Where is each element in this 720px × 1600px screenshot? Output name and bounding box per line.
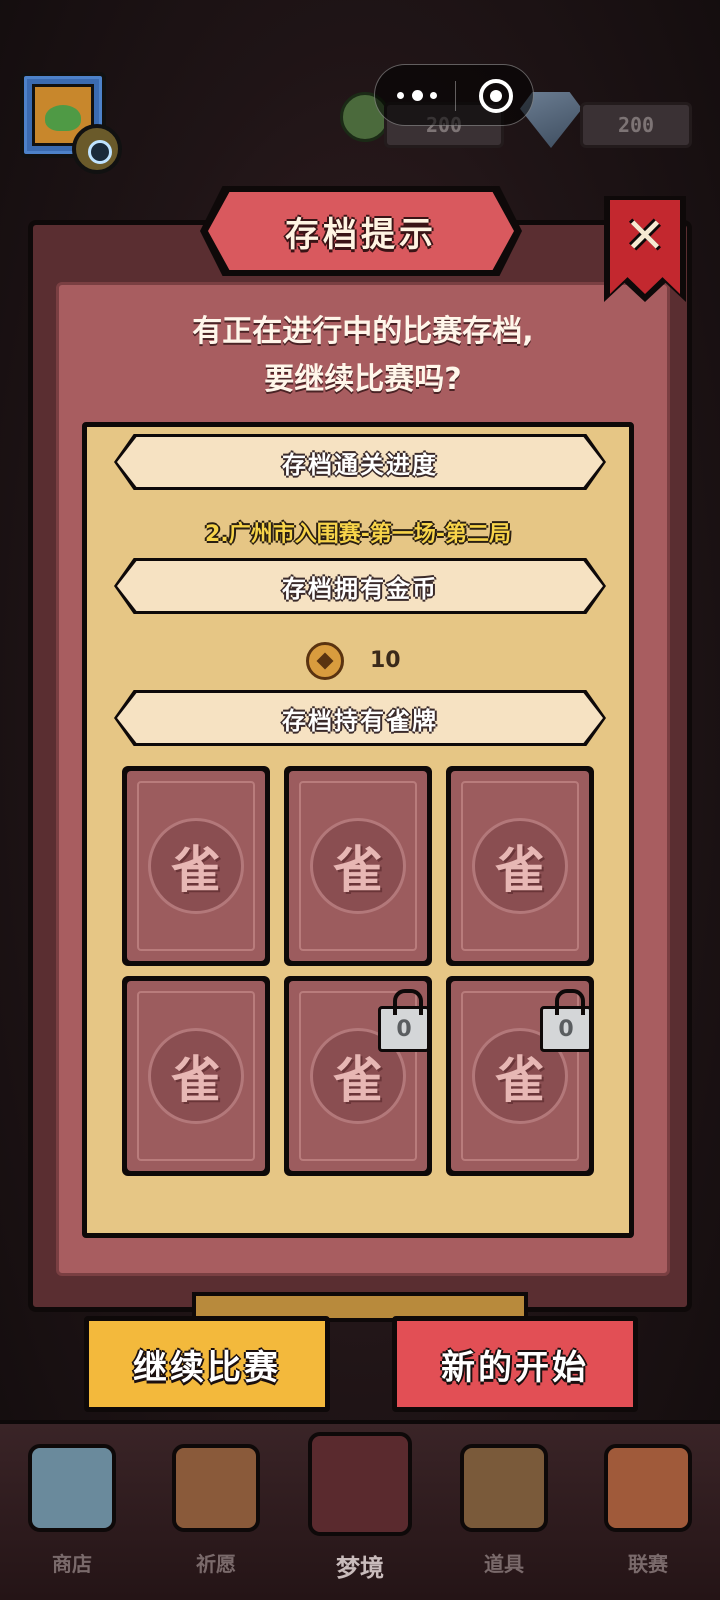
nav-label: 道具 (484, 1552, 524, 1576)
tile-card-1[interactable]: 雀 (122, 766, 270, 966)
nav-item-league[interactable]: 联赛 (576, 1430, 720, 1600)
new-start-button[interactable]: 新的开始 (392, 1316, 638, 1412)
tile-card-2[interactable]: 雀 (284, 766, 432, 966)
que-emblem: 雀 (148, 818, 244, 914)
lock-icon: 0 (378, 989, 430, 1052)
saved-progress-value: 2.广州市入围赛-第一场-第二局 (205, 522, 511, 547)
capsule-divider (455, 81, 456, 111)
trophy-icon (604, 1444, 692, 1532)
book-icon (172, 1444, 260, 1532)
que-emblem: 雀 (472, 818, 568, 914)
coins-header-label: 存档拥有金币 (117, 561, 603, 611)
nav-label: 梦境 (336, 1554, 384, 1582)
nav-label: 祈愿 (196, 1552, 236, 1576)
close-dialog-button[interactable]: ✕ (610, 200, 680, 294)
mini-program-capsule (374, 64, 534, 126)
nav-item-shop[interactable]: 商店 (0, 1430, 144, 1600)
progress-header-label: 存档通关进度 (117, 437, 603, 487)
exit-mini-program-icon[interactable] (479, 79, 513, 113)
tiles-header-label: 存档持有雀牌 (117, 693, 603, 743)
tile-card-icon (460, 1444, 548, 1532)
dialog-title: 存档提示 (208, 192, 514, 270)
que-emblem: 雀 (148, 1028, 244, 1124)
settings-gear-icon[interactable] (72, 124, 122, 174)
tile-face: 雀 (289, 771, 427, 961)
que-emblem: 雀 (310, 818, 406, 914)
gem-currency-amount: 200 (580, 102, 692, 148)
prompt-line-1: 有正在进行中的比赛存档, (192, 314, 534, 349)
coin-icon (306, 642, 344, 680)
nav-item-dream[interactable]: 梦境 (288, 1430, 432, 1600)
tile-face: 雀 (451, 771, 589, 961)
more-options-icon[interactable] (397, 83, 437, 107)
progress-section-header: 存档通关进度 (114, 434, 606, 490)
lock-icon: 0 (540, 989, 592, 1052)
shop-icon (28, 1444, 116, 1532)
dream-portal-icon (308, 1432, 412, 1536)
prompt-line-2: 要继续比赛吗? (264, 362, 462, 397)
nav-label: 商店 (52, 1552, 92, 1576)
nav-item-items[interactable]: 道具 (432, 1430, 576, 1600)
nav-label: 联赛 (628, 1552, 668, 1576)
nav-item-wish[interactable]: 祈愿 (144, 1430, 288, 1600)
tile-face: 雀 (127, 981, 265, 1171)
close-icon: ✕ (624, 208, 666, 264)
continue-match-button[interactable]: 继续比赛 (84, 1316, 330, 1412)
tile-card-4[interactable]: 雀 (122, 976, 270, 1176)
coins-section-header: 存档拥有金币 (114, 558, 606, 614)
tile-face: 雀 (127, 771, 265, 961)
tile-card-3[interactable]: 雀 (446, 766, 594, 966)
tiles-section-header: 存档持有雀牌 (114, 690, 606, 746)
saved-coins-value: 10 (370, 648, 401, 673)
